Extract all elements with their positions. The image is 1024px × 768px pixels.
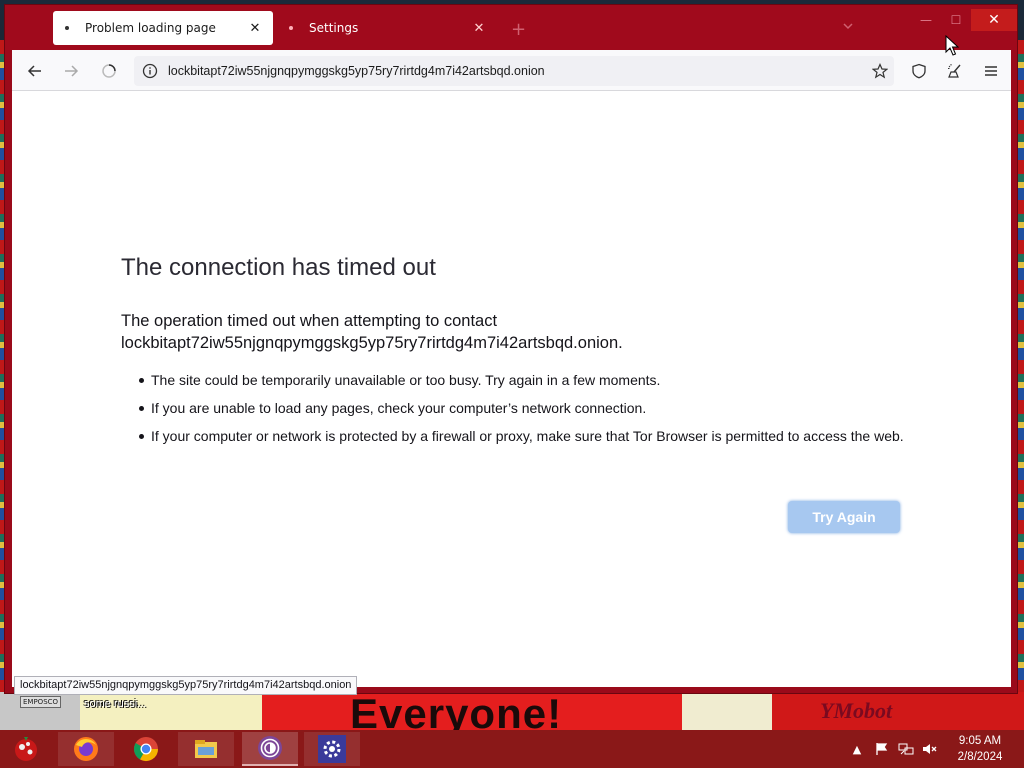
page-content: The connection has timed out The operati… [12,91,1011,687]
browser-window: Problem loading page ✕ Settings ✕ + — ☐ … [4,4,1018,695]
wallpaper-banner-text: Everyone! [350,692,563,732]
shield-icon [912,63,926,79]
tab-bar: Problem loading page ✕ Settings ✕ + — ☐ … [5,5,1017,50]
start-button-icon[interactable] [10,734,42,764]
address-bar[interactable]: lockbitapt72iw55njgnqpymggskg5yp75ry7rir… [134,56,894,86]
stop-loading-button[interactable] [96,58,122,84]
list-item: The site could be temporarily unavailabl… [139,370,919,390]
hamburger-menu-icon [985,66,997,76]
tor-browser-icon [258,736,282,760]
loading-spinner-icon [102,64,116,78]
wallpaper-strip: EMPOSCO some russi... Everyone! YMobot [0,692,1024,732]
bookmark-star-button[interactable] [867,58,893,84]
tab-title: Problem loading page [85,21,216,35]
error-description-line1: The operation timed out when attempting … [121,312,498,330]
clock-date: 2/8/2024 [957,751,1003,763]
error-title: The connection has timed out [121,254,436,281]
clock-time: 9:05 AM [958,735,1002,747]
wallpaper-sticker: EMPOSCO [20,696,62,708]
file-explorer-icon [195,740,217,758]
new-tab-button[interactable]: + [511,19,526,40]
tab-favicon-dot [289,26,293,30]
taskbar-tor-browser[interactable] [242,732,298,766]
taskbar: ▲ 9:05 AM 2/8/2024 [0,730,1024,768]
tab-favicon-dot [65,26,69,30]
forward-arrow-icon [65,65,79,77]
url-text: lockbitapt72iw55njgnqpymggskg5yp75ry7rir… [168,64,545,78]
taskbar-chrome[interactable] [118,732,174,766]
chevron-down-icon[interactable] [841,19,857,35]
tab-title: Settings [309,21,359,35]
firefox-icon [74,737,98,761]
flag-icon[interactable] [872,730,892,768]
error-description: The operation timed out when attempting … [121,310,921,354]
taskbar-settings[interactable] [304,732,360,766]
info-icon[interactable] [142,63,158,79]
back-arrow-icon [27,65,41,77]
taskbar-firefox[interactable] [58,732,114,766]
error-suggestions-list: The site could be temporarily unavailabl… [139,370,919,454]
close-icon[interactable]: ✕ [247,20,263,36]
taskbar-file-explorer[interactable] [178,732,234,766]
wallpaper-logo-text: YMobot [820,698,893,723]
tab-settings[interactable]: Settings ✕ [277,11,497,45]
maximize-button[interactable]: ☐ [941,9,971,31]
volume-muted-icon[interactable] [920,730,940,768]
forward-button[interactable] [58,58,84,84]
navigation-toolbar: lockbitapt72iw55njgnqpymggskg5yp75ry7rir… [12,50,1011,91]
list-item: If your computer or network is protected… [139,426,919,446]
settings-icon [318,735,346,763]
menu-button[interactable] [978,58,1004,84]
shield-button[interactable] [906,58,932,84]
chevron-up-icon[interactable]: ▲ [848,730,866,768]
new-identity-button[interactable] [942,58,968,84]
mouse-cursor-icon [945,35,959,56]
network-icon[interactable] [896,730,916,768]
error-description-line2: lockbitapt72iw55njgnqpymggskg5yp75ry7rir… [121,334,623,352]
list-item: If you are unable to load any pages, che… [139,398,919,418]
try-again-button[interactable]: Try Again [788,501,900,533]
window-close-button[interactable]: ✕ [971,9,1017,31]
wallpaper-caption: some russi... [84,698,147,710]
close-icon[interactable]: ✕ [471,20,487,36]
back-button[interactable] [22,58,48,84]
star-icon [872,63,888,79]
tab-problem-loading[interactable]: Problem loading page ✕ [53,11,273,45]
status-bar-url: lockbitapt72iw55njgnqpymggskg5yp75ry7rir… [14,676,358,695]
minimize-button[interactable]: — [911,9,941,31]
chrome-icon [133,737,158,762]
broom-icon [948,64,961,78]
system-clock[interactable]: 9:05 AM 2/8/2024 [944,733,1016,765]
